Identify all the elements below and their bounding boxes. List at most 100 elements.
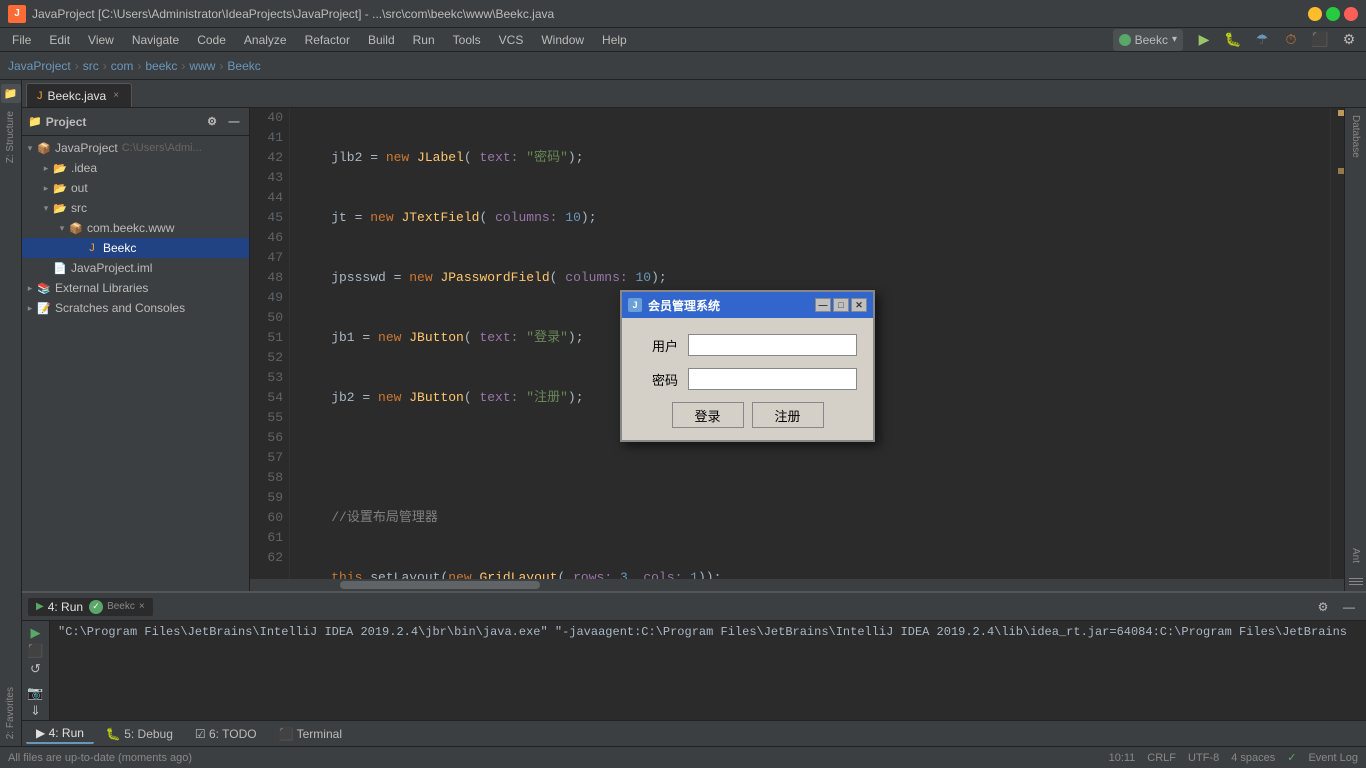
popup-buttons: 登录 注册 xyxy=(638,402,857,428)
bottom-content: ▶ ⬛ ↺ 📷 ⇓ "C:\Program Files\JetBrains\In… xyxy=(22,621,1366,720)
ant-panel-icon[interactable]: Ant xyxy=(1348,545,1363,566)
tab-todo[interactable]: ☑ 6: TODO xyxy=(185,725,267,743)
tree-item-out[interactable]: ▸ 📂 out xyxy=(22,178,249,198)
menu-run[interactable]: Run xyxy=(405,31,443,49)
project-panel-hide[interactable]: — xyxy=(225,113,243,131)
title-bar: J JavaProject [C:\Users\Administrator\Id… xyxy=(0,0,1366,28)
nav-com[interactable]: com xyxy=(111,59,134,73)
code-line-45 xyxy=(300,448,1330,468)
tree-item-scratches[interactable]: ▸ 📝 Scratches and Consoles xyxy=(22,298,249,318)
database-panel-icon[interactable]: Database xyxy=(1348,112,1363,161)
right-strip-menu-icon[interactable] xyxy=(1346,576,1366,587)
code-line-40: jlb2 = new JLabel( text: "密码"); xyxy=(300,148,1330,168)
status-linesep[interactable]: CRLF xyxy=(1147,752,1176,764)
status-indent[interactable]: 4 spaces xyxy=(1231,752,1275,764)
tree-item-src[interactable]: ▾ 📂 src xyxy=(22,198,249,218)
nav-src[interactable]: src xyxy=(83,59,99,73)
run-tab-run[interactable]: ▶ 4: Run ✓ Beekc × xyxy=(28,598,153,616)
register-button[interactable]: 注册 xyxy=(752,402,824,428)
tree-item-package[interactable]: ▾ 📦 com.beekc.www xyxy=(22,218,249,238)
menu-analyze[interactable]: Analyze xyxy=(236,31,295,49)
project-panel-settings[interactable]: ⚙ xyxy=(203,113,221,131)
run-config-dropdown[interactable]: Beekc ▾ xyxy=(1113,29,1183,51)
popup-title-controls: — □ ✕ xyxy=(815,298,867,312)
status-right: 10:11 CRLF UTF-8 4 spaces ✓ Event Log xyxy=(1109,751,1358,764)
password-field-row: 密码 xyxy=(638,368,857,390)
popup-minimize-btn[interactable]: — xyxy=(815,298,831,312)
stop-icon[interactable]: ⬛ xyxy=(1307,27,1333,53)
left-tool-strip: 📁 Z: Structure 2: Favorites xyxy=(0,80,22,746)
sidebar-favorites-icon[interactable]: 2: Favorites xyxy=(3,684,18,742)
menu-window[interactable]: Window xyxy=(533,31,592,49)
status-encoding[interactable]: UTF-8 xyxy=(1188,752,1219,764)
h-scrollbar-thumb[interactable] xyxy=(340,581,540,589)
tab-bar: J Beekc.java × xyxy=(22,80,1366,108)
status-position[interactable]: 10:11 xyxy=(1109,752,1136,764)
run-btn[interactable]: ▶ xyxy=(25,625,47,641)
code-line-46: //设置布局管理器 xyxy=(300,508,1330,528)
console-output-line: "C:\Program Files\JetBrains\IntelliJ IDE… xyxy=(58,625,1358,639)
project-header-label: Project xyxy=(46,115,87,129)
menu-help[interactable]: Help xyxy=(594,31,635,49)
tree-item-iml[interactable]: 📄 JavaProject.iml xyxy=(22,258,249,278)
tab-close-button[interactable]: × xyxy=(111,89,121,102)
coverage-icon[interactable]: ☂ xyxy=(1249,27,1275,53)
bottom-hide-btn[interactable]: — xyxy=(1338,596,1360,618)
tab-beekc-java[interactable]: J Beekc.java × xyxy=(26,83,132,107)
tree-item-beekc[interactable]: J Beekc xyxy=(22,238,249,258)
user-input[interactable] xyxy=(688,334,857,356)
tab-terminal[interactable]: ⬛ Terminal xyxy=(269,725,352,743)
popup-maximize-btn[interactable]: □ xyxy=(833,298,849,312)
menu-edit[interactable]: Edit xyxy=(41,31,78,49)
status-event-log[interactable]: Event Log xyxy=(1308,752,1358,764)
settings-main-icon[interactable]: ⚙ xyxy=(1336,27,1362,53)
login-button[interactable]: 登录 xyxy=(672,402,744,428)
menu-navigate[interactable]: Navigate xyxy=(124,31,187,49)
tab-run[interactable]: ▶ 4: Run xyxy=(26,724,94,744)
menu-code[interactable]: Code xyxy=(189,31,234,49)
tree-item-idea[interactable]: ▸ 📂 .idea xyxy=(22,158,249,178)
app-logo: J xyxy=(8,5,26,23)
build-icon[interactable]: ▶ xyxy=(1191,27,1217,53)
menu-file[interactable]: File xyxy=(4,31,39,49)
tree-item-ext-libs[interactable]: ▸ 📚 External Libraries xyxy=(22,278,249,298)
toolbar-right: ▶ 🐛 ☂ ⏱ ⬛ ⚙ xyxy=(1191,27,1362,53)
menu-tools[interactable]: Tools xyxy=(445,31,489,49)
menu-refactor[interactable]: Refactor xyxy=(297,31,358,49)
menu-build[interactable]: Build xyxy=(360,31,403,49)
event-log-icon: ✓ xyxy=(1287,751,1296,764)
maximize-button[interactable] xyxy=(1326,7,1340,21)
password-input[interactable] xyxy=(688,368,857,390)
debug-icon[interactable]: 🐛 xyxy=(1220,27,1246,53)
line-numbers: 4041424344 4546474849 5051525354 5556575… xyxy=(250,108,290,579)
run-icon: ▶ xyxy=(36,601,44,612)
profiler-icon[interactable]: ⏱ xyxy=(1278,27,1304,53)
user-label: 用户 xyxy=(638,336,678,355)
sidebar-project-icon[interactable]: 📁 xyxy=(1,84,21,103)
nav-beekc[interactable]: beekc xyxy=(145,59,177,73)
popup-close-btn[interactable]: ✕ xyxy=(851,298,867,312)
scratches-icon: 📝 xyxy=(36,300,52,316)
left-panel: 📁 Project ⚙ — ▾ 📦 JavaProject C:\Users\A… xyxy=(22,108,250,591)
rerun-btn[interactable]: ↺ xyxy=(25,661,47,677)
sidebar-structure-icon[interactable]: Z: Structure xyxy=(3,108,18,166)
nav-beekc-file[interactable]: Beekc xyxy=(227,59,260,73)
tree-item-javaproject[interactable]: ▾ 📦 JavaProject C:\Users\Admi... xyxy=(22,138,249,158)
java-icon: J xyxy=(84,240,100,256)
right-gutter xyxy=(1330,108,1344,579)
tab-debug[interactable]: 🐛 5: Debug xyxy=(96,725,183,743)
bottom-settings-btn[interactable]: ⚙ xyxy=(1312,596,1334,618)
scroll-to-end-btn[interactable]: 📷 xyxy=(25,685,47,701)
stop-btn[interactable]: ⬛ xyxy=(25,643,47,659)
java-file-icon: J xyxy=(37,90,43,102)
menu-view[interactable]: View xyxy=(80,31,122,49)
bottom-console[interactable]: "C:\Program Files\JetBrains\IntelliJ IDE… xyxy=(50,621,1366,720)
wrap-btn[interactable]: ⇓ xyxy=(25,703,47,719)
nav-www[interactable]: www xyxy=(189,59,215,73)
close-button[interactable] xyxy=(1344,7,1358,21)
run-tab-close[interactable]: × xyxy=(139,601,145,612)
nav-javaproject[interactable]: JavaProject xyxy=(8,59,71,73)
minimize-button[interactable] xyxy=(1308,7,1322,21)
menu-vcs[interactable]: VCS xyxy=(491,31,532,49)
horizontal-scrollbar[interactable] xyxy=(250,579,1344,591)
